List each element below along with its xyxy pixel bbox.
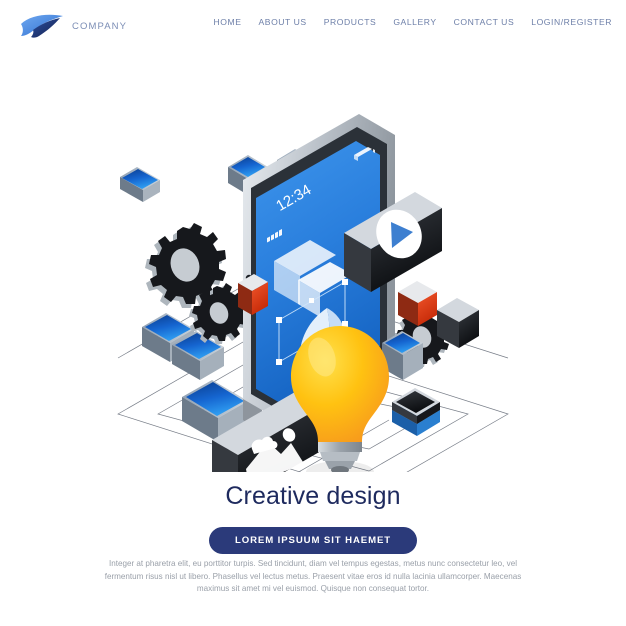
- brand[interactable]: COMPANY: [20, 13, 127, 39]
- brand-name: COMPANY: [72, 20, 128, 32]
- page-title: Creative design: [225, 482, 401, 510]
- nav-item-gallery[interactable]: GALLERY: [393, 17, 436, 27]
- nav-item-products[interactable]: PRODUCTS: [324, 17, 377, 27]
- hero-illustration: 12:34: [0, 62, 626, 472]
- landing-page: COMPANY HOME ABOUT US PRODUCTS GALLERY C…: [0, 0, 626, 626]
- main-nav: HOME ABOUT US PRODUCTS GALLERY CONTACT U…: [214, 17, 612, 27]
- cta-button[interactable]: LOREM IPSUUM SIT HAEMET: [208, 527, 418, 554]
- wing-bird-logo-icon: [20, 13, 64, 39]
- nav-item-login-register[interactable]: LOGIN/REGISTER: [531, 17, 612, 27]
- nav-item-contact-us[interactable]: CONTACT US: [454, 17, 515, 27]
- body-paragraph: Integer at pharetra elit, eu porttitor t…: [104, 559, 522, 594]
- cta-container: LOREM IPSUUM SIT HAEMET: [0, 527, 626, 554]
- nav-item-home[interactable]: HOME: [214, 17, 242, 27]
- blue-card-icon: [120, 167, 160, 202]
- nav-item-about-us[interactable]: ABOUT US: [259, 17, 307, 27]
- site-header: COMPANY HOME ABOUT US PRODUCTS GALLERY C…: [0, 0, 626, 52]
